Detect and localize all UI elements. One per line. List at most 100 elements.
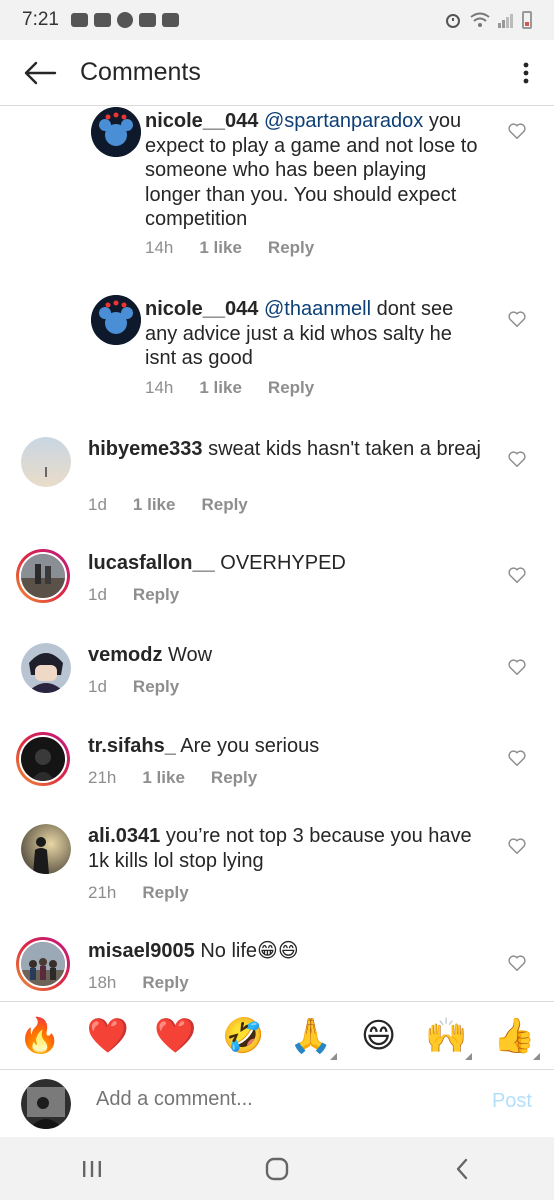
comment-username[interactable]: hibyeme333	[88, 438, 203, 460]
avatar[interactable]	[21, 824, 71, 874]
avatar[interactable]	[21, 643, 71, 693]
comment-username[interactable]: nicole__044	[145, 298, 258, 320]
fire-icon: 🔥	[18, 1016, 62, 1055]
heart-icon[interactable]	[508, 311, 526, 327]
skin-tone-indicator	[329, 1052, 337, 1060]
laughing-emoji-button[interactable]: 🤣	[213, 1006, 273, 1066]
comment-text: nicole__044 @thaanmell dont see any advi…	[145, 297, 485, 371]
app-header: Comments	[0, 40, 554, 106]
post-button[interactable]: Post	[492, 1090, 532, 1113]
heart-emoji-button[interactable]: ❤️	[78, 1006, 138, 1066]
heart-icon[interactable]	[508, 838, 526, 854]
comment-text: lucasfallon__ OVERHYPED	[88, 551, 488, 576]
comment-time: 18h	[88, 973, 117, 992]
comments-list[interactable]: nicole__044 @spartanparadox you expect t…	[0, 107, 554, 1000]
heart-icon[interactable]	[508, 567, 526, 583]
youtube-icon	[93, 13, 111, 27]
system-icons	[444, 11, 532, 29]
comment-likes[interactable]: 1 like	[142, 768, 185, 788]
pray-emoji-button[interactable]: 🙏	[281, 1006, 341, 1066]
home-button[interactable]	[227, 1137, 327, 1200]
comment-item: hibyeme333 sweat kids hasn't taken a bre…	[0, 435, 554, 535]
thumbs-up-emoji-button[interactable]: 👍	[484, 1006, 544, 1066]
page-title: Comments	[80, 58, 201, 86]
more-vertical-icon	[523, 62, 529, 83]
avatar[interactable]	[16, 549, 70, 603]
gallery-icon	[161, 13, 179, 27]
smile-emoji-button[interactable]: 😄	[349, 1006, 409, 1066]
comment-likes[interactable]: 1 like	[133, 495, 176, 515]
heart-icon[interactable]	[508, 451, 526, 467]
comment-username[interactable]: vemodz	[88, 644, 162, 666]
red-heart-icon: ❤️	[86, 1016, 129, 1055]
home-icon	[265, 1157, 289, 1180]
comment-username[interactable]: nicole__044	[145, 110, 258, 132]
comment-username[interactable]: tr.sifahs_	[88, 735, 176, 757]
comment-item: misael9005 No life😁😄 18h Reply	[0, 937, 554, 1000]
comment-mention[interactable]: @spartanparadox	[264, 110, 423, 132]
reply-button[interactable]: Reply	[268, 238, 314, 258]
avatar[interactable]	[16, 937, 70, 991]
comment-time: 14h	[145, 238, 174, 257]
avatar[interactable]	[16, 732, 70, 786]
twitch-icon	[138, 13, 156, 27]
heart-icon[interactable]	[508, 750, 526, 766]
arrow-left-icon	[24, 61, 57, 84]
reply-button[interactable]: Reply	[201, 495, 247, 515]
notification-icons	[70, 12, 179, 28]
comment-meta: 18h Reply	[88, 973, 189, 993]
comment-text: tr.sifahs_ Are you serious	[88, 734, 488, 759]
comment-item: vemodz Wow 1d Reply	[0, 641, 554, 721]
comment-meta: 1d 1 like Reply	[88, 495, 248, 515]
discord-icon	[70, 13, 88, 27]
more-options-button[interactable]	[498, 40, 554, 106]
alarm-icon	[446, 14, 460, 28]
red-heart-icon: ❤️	[154, 1016, 197, 1055]
back-nav-button[interactable]	[412, 1137, 512, 1200]
recent-apps-button[interactable]	[42, 1137, 142, 1200]
add-comment-bar: Post	[0, 1069, 554, 1137]
comment-item: nicole__044 @spartanparadox you expect t…	[0, 107, 554, 277]
reply-button[interactable]: Reply	[133, 677, 179, 697]
signal-icon	[498, 14, 513, 28]
comment-username[interactable]: lucasfallon__	[88, 552, 215, 574]
comment-text: vemodz Wow	[88, 643, 488, 668]
raised-hands-icon: 🙌	[425, 1016, 468, 1055]
pray-icon: 🙏	[289, 1016, 333, 1055]
comment-likes[interactable]: 1 like	[199, 378, 242, 398]
avatar[interactable]	[91, 295, 141, 345]
comment-text: ali.0341 you’re not top 3 because you ha…	[88, 824, 488, 873]
avatar[interactable]	[91, 107, 141, 157]
reply-button[interactable]: Reply	[211, 768, 257, 788]
raised-hands-emoji-button[interactable]: 🙌	[416, 1006, 476, 1066]
back-button[interactable]	[0, 40, 80, 106]
comment-meta: 21h 1 like Reply	[88, 768, 257, 788]
status-bar: 7:21	[0, 0, 554, 40]
heart-emoji-button-2[interactable]: ❤️	[145, 1006, 205, 1066]
comment-item: nicole__044 @thaanmell dont see any advi…	[0, 295, 554, 415]
comment-mention[interactable]: @thaanmell	[264, 298, 371, 320]
reply-button[interactable]: Reply	[133, 585, 179, 605]
reply-button[interactable]: Reply	[142, 973, 188, 993]
comment-time: 1d	[88, 495, 107, 514]
avatar[interactable]	[21, 437, 71, 487]
fire-emoji-button[interactable]: 🔥	[10, 1006, 70, 1066]
comment-username[interactable]: misael9005	[88, 940, 195, 962]
comment-text: misael9005 No life😁😄	[88, 939, 488, 964]
comment-meta: 21h Reply	[88, 883, 189, 903]
heart-icon[interactable]	[508, 123, 526, 139]
comment-body: Are you serious	[175, 735, 320, 757]
comment-username[interactable]: ali.0341	[88, 825, 160, 847]
heart-icon[interactable]	[508, 659, 526, 675]
comment-likes[interactable]: 1 like	[199, 238, 242, 258]
comment-item: ali.0341 you’re not top 3 because you ha…	[0, 822, 554, 922]
thumbs-up-icon: 👍	[492, 1016, 536, 1055]
recent-apps-icon	[83, 1160, 102, 1177]
comment-body: No life😁😄	[194, 940, 299, 962]
reply-button[interactable]: Reply	[268, 378, 314, 398]
my-avatar	[21, 1079, 71, 1129]
reply-button[interactable]: Reply	[142, 883, 188, 903]
heart-icon[interactable]	[508, 955, 526, 971]
comment-meta: 14h 1 like Reply	[145, 378, 314, 398]
comment-input[interactable]	[96, 1088, 456, 1111]
